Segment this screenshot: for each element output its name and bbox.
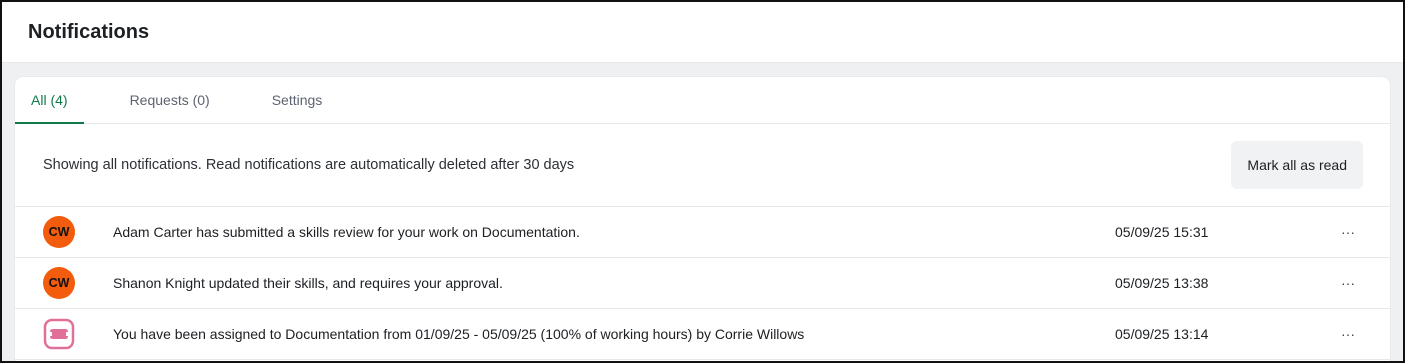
avatar: CW [43,267,75,299]
page-header: Notifications [2,2,1403,63]
assignment-icon [43,318,75,350]
more-options-icon[interactable]: ··· [1337,272,1359,294]
notification-row[interactable]: You have been assigned to Documentation … [15,309,1390,360]
notifications-card: All (4) Requests (0) Settings Showing al… [15,77,1390,361]
info-bar: Showing all notifications. Read notifica… [15,124,1390,207]
notification-time: 05/09/25 13:14 [1115,326,1209,342]
notification-message: Shanon Knight updated their skills, and … [113,275,503,291]
notification-row[interactable]: CW Shanon Knight updated their skills, a… [15,258,1390,309]
notification-time: 05/09/25 13:38 [1115,275,1209,291]
info-text: Showing all notifications. Read notifica… [43,157,575,173]
notification-message: You have been assigned to Documentation … [113,326,805,342]
tab-requests[interactable]: Requests (0) [130,77,210,123]
notification-time: 05/09/25 15:31 [1115,224,1209,240]
notification-message: Adam Carter has submitted a skills revie… [113,224,580,240]
notification-row[interactable]: CW Adam Carter has submitted a skills re… [15,207,1390,258]
notifications-window: Notifications All (4) Requests (0) Setti… [0,0,1405,363]
more-options-icon[interactable]: ··· [1337,323,1359,345]
tab-all[interactable]: All (4) [15,77,84,124]
tab-settings[interactable]: Settings [272,77,323,123]
tab-bar: All (4) Requests (0) Settings [15,77,1390,124]
more-options-icon[interactable]: ··· [1337,221,1359,243]
avatar: CW [43,216,75,248]
mark-all-read-button[interactable]: Mark all as read [1231,141,1363,189]
page-title: Notifications [28,20,150,43]
content-area: All (4) Requests (0) Settings Showing al… [2,63,1403,361]
